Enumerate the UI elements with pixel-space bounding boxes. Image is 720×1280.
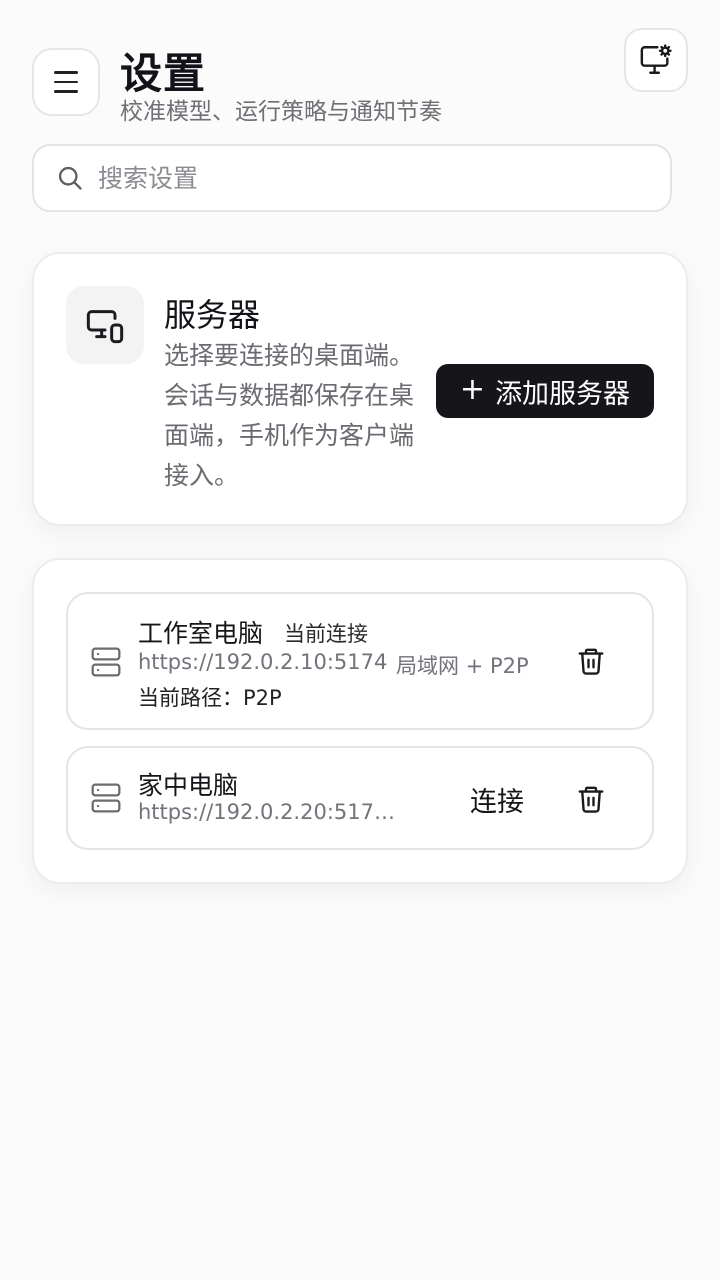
trash-icon[interactable] (576, 784, 606, 814)
search-input[interactable] (98, 163, 618, 193)
connect-button[interactable]: 连接 (470, 780, 524, 819)
page-subtitle: 校准模型、运行策略与通知节奏 (120, 99, 442, 125)
settings-page: 设置 校准模型、运行策略与通知节奏 服务器 选择要连接的桌面端。会话与数据都保存… (0, 0, 720, 1280)
search-bar[interactable] (32, 144, 672, 212)
server-list-card: 工作室电脑 当前连接 https://192.0.2.10:5174 局域网 +… (32, 558, 688, 884)
plus-icon: + (459, 372, 486, 407)
monitor-settings-button[interactable] (624, 28, 688, 92)
devices-icon (86, 310, 124, 344)
server-name: 工作室电脑 (138, 619, 264, 648)
current-path: 当前路径：P2P (138, 686, 282, 710)
current-connection-badge: 当前连接 (284, 622, 368, 646)
server-url: https://192.0.2.10:5174 (138, 650, 388, 674)
trash-icon[interactable] (576, 646, 606, 676)
server-name: 家中电脑 (138, 771, 239, 800)
server-section-title: 服务器 (164, 296, 261, 334)
add-server-button[interactable]: + 添加服务器 (436, 364, 654, 418)
server-icon (91, 647, 121, 677)
server-item[interactable]: 家中电脑 https://192.0.2.20:5174... 连接 (66, 746, 654, 850)
connection-mode: 局域网 + P2P (396, 654, 529, 678)
server-section-description: 选择要连接的桌面端。会话与数据都保存在桌面端，手机作为客户端接入。 (164, 341, 415, 490)
monitor-gear-icon (640, 44, 672, 74)
server-url: https://192.0.2.20:5174... (138, 800, 400, 824)
search-icon (58, 166, 82, 190)
server-icon (91, 783, 121, 813)
server-section-icon (66, 286, 144, 364)
menu-icon (54, 71, 78, 93)
server-section-card: 服务器 选择要连接的桌面端。会话与数据都保存在桌面端，手机作为客户端接入。 + … (32, 252, 688, 526)
server-item[interactable]: 工作室电脑 当前连接 https://192.0.2.10:5174 局域网 +… (66, 592, 654, 730)
add-server-label: 添加服务器 (495, 378, 631, 410)
menu-button[interactable] (32, 48, 100, 116)
